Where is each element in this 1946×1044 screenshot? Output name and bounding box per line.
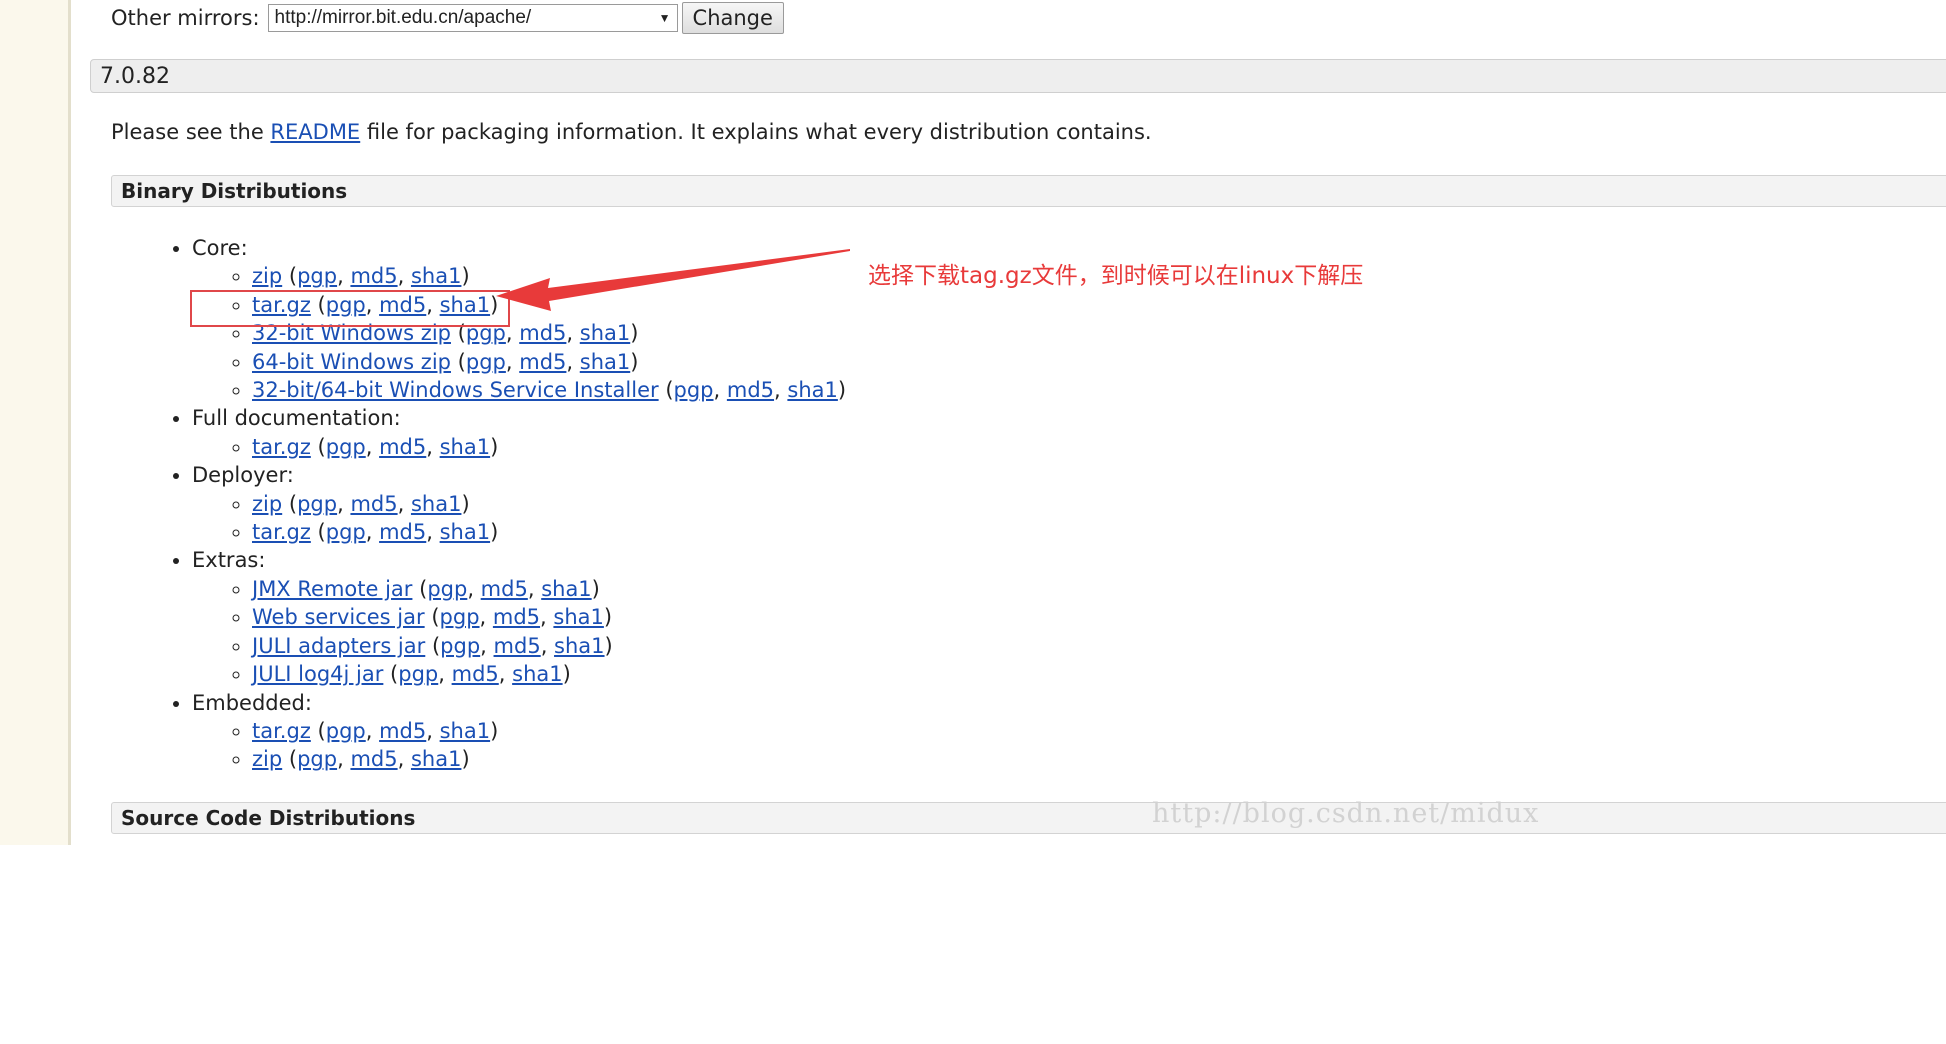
download-page: Other mirrors: http://mirror.bit.edu.cn/… xyxy=(0,0,1946,845)
watermark: http://blog.csdn.net/midux xyxy=(1152,798,1540,829)
page-bottom-blank xyxy=(0,845,1946,1044)
annotation-arrow-icon xyxy=(496,249,850,311)
annotation-text: 选择下载tag.gz文件，到时候可以在linux下解压 xyxy=(868,263,1364,289)
